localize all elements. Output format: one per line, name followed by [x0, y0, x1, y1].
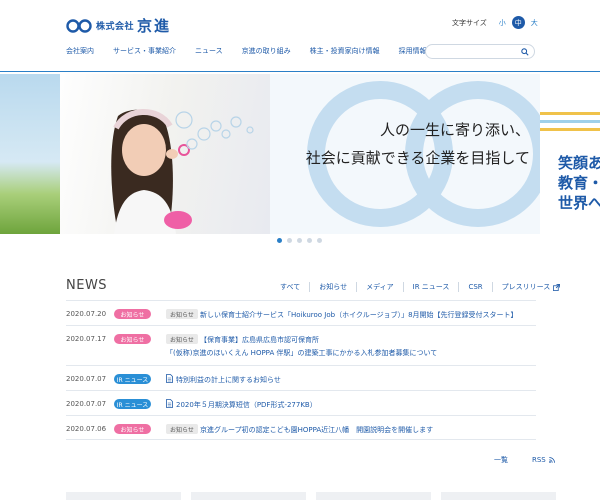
news-category: お知らせ: [166, 309, 198, 319]
footer-panel[interactable]: [441, 492, 556, 500]
font-size-medium-button[interactable]: 中: [511, 16, 525, 29]
hero-tagline-line2: 社会に貢献できる企業を目指して: [305, 149, 530, 167]
news-item[interactable]: 2020.07.07 IR ニュース 特別利益の計上に関するお知らせ: [66, 365, 536, 390]
news-badge: IR ニュース: [114, 374, 151, 384]
news-item[interactable]: 2020.07.20 お知らせ お知らせ 新しい保育士紹介サービス「Hoikur…: [66, 300, 536, 325]
news-badge: IR ニュース: [114, 399, 151, 409]
filter-ir-news[interactable]: IR ニュース: [402, 282, 459, 292]
news-item[interactable]: 2020.07.07 IR ニュース 2020年５月期決算短信（PDF形式-27…: [66, 390, 536, 415]
news-filter-tabs: すべて お知らせ メディア IR ニュース CSR プレスリリース: [280, 282, 569, 292]
site-header: 株式会社 京進 文字サイズ 小 中 大 会社案内 サービス・事業紹介 ニュース …: [0, 0, 600, 72]
peek-text-line2: 教育・: [558, 174, 600, 192]
slider-pagination: [277, 238, 327, 243]
filter-all[interactable]: すべて: [280, 282, 309, 292]
girl-blowing-bubbles-image: [111, 109, 254, 234]
search-icon[interactable]: [521, 48, 529, 56]
hero-tagline-line1: 人の一生に寄り添い、: [379, 121, 530, 139]
document-icon: [166, 374, 173, 383]
logo-text-big: 京進: [137, 17, 172, 35]
hero-photo: [60, 74, 270, 234]
news-category: お知らせ: [166, 334, 198, 344]
slider-dot-2[interactable]: [287, 238, 292, 243]
slider-dot-1[interactable]: [277, 238, 282, 243]
peek-stripe: [540, 128, 600, 131]
news-badge: お知らせ: [114, 309, 151, 319]
logo-text-small: 株式会社: [96, 22, 135, 32]
news-link-line2[interactable]: 「(仮称)京進のほいくえん HOPPA 伴駅」の建築工事にかかる入札参加者募集に…: [166, 348, 437, 358]
next-slide-peek[interactable]: 笑顔あ 教育・ 世界へ: [540, 74, 600, 234]
news-link[interactable]: 新しい保育士紹介サービス「Hoikuroo Job（ホイクルージョブ）」8月開始…: [200, 310, 518, 320]
slider-dot-3[interactable]: [297, 238, 302, 243]
nav-company[interactable]: 会社案内: [66, 46, 94, 56]
news-date: 2020.07.07: [66, 400, 107, 408]
external-link-icon: [553, 283, 561, 291]
news-badge: お知らせ: [114, 334, 151, 344]
news-list: 2020.07.20 お知らせ お知らせ 新しい保育士紹介サービス「Hoikur…: [66, 300, 536, 440]
news-badge: お知らせ: [114, 424, 151, 434]
nav-ir[interactable]: 株主・投資家向け情報: [310, 46, 380, 56]
global-nav: 会社案内 サービス・事業紹介 ニュース 京進の取り組み 株主・投資家向け情報 採…: [66, 46, 456, 56]
peek-text-line3: 世界へ: [558, 194, 600, 212]
footer-panel[interactable]: [316, 492, 431, 500]
rss-icon: [548, 457, 555, 463]
filter-csr[interactable]: CSR: [458, 282, 491, 292]
peek-stripe: [540, 112, 600, 115]
news-link[interactable]: 京進グループ初の認定こども園HOPPA近江八幡 開園説明会を開催します: [200, 425, 433, 435]
news-date: 2020.07.06: [66, 425, 107, 433]
hero-slider[interactable]: 人の一生に寄り添い、 社会に貢献できる企業を目指して 笑顔あ 教育・ 世界へ: [0, 74, 600, 234]
filter-press-release[interactable]: プレスリリース: [491, 282, 570, 292]
news-date: 2020.07.07: [66, 375, 107, 383]
news-item[interactable]: 2020.07.17 お知らせ お知らせ 【保育事業】広島県広島市認可保育所 「…: [66, 325, 536, 365]
peek-stripe: [540, 120, 600, 123]
infinity-logo-icon: [66, 18, 92, 33]
news-footer-links: 一覧 RSS: [482, 455, 555, 465]
nav-initiatives[interactable]: 京進の取り組み: [242, 46, 291, 56]
rss-label: RSS: [532, 456, 546, 464]
footer-panel[interactable]: [191, 492, 306, 500]
news-heading: NEWS: [66, 278, 108, 293]
nav-recruit-label: 採用情報: [398, 47, 427, 55]
filter-press-release-label: プレスリリース: [501, 283, 551, 291]
hero-tagline: 人の一生に寄り添い、 社会に貢献できる企業を目指して: [300, 116, 530, 172]
filter-notice[interactable]: お知らせ: [309, 282, 356, 292]
font-size-switcher: 文字サイズ 小 中 大: [452, 16, 541, 29]
slider-dot-5[interactable]: [317, 238, 322, 243]
news-list-link[interactable]: 一覧: [494, 455, 508, 465]
news-link[interactable]: 【保育事業】広島県広島市認可保育所: [200, 335, 319, 345]
footer-panel[interactable]: [66, 492, 181, 500]
filter-media[interactable]: メディア: [356, 282, 403, 292]
nav-services[interactable]: サービス・事業紹介: [113, 46, 176, 56]
previous-slide-peek[interactable]: [0, 74, 60, 234]
news-date: 2020.07.20: [66, 310, 107, 318]
footer-panels: [66, 492, 566, 500]
news-link[interactable]: 特別利益の計上に関するお知らせ: [176, 375, 281, 385]
nav-news[interactable]: ニュース: [195, 46, 223, 56]
font-size-label: 文字サイズ: [452, 18, 487, 27]
news-category: お知らせ: [166, 424, 198, 434]
news-item[interactable]: 2020.07.06 お知らせ お知らせ 京進グループ初の認定こども園HOPPA…: [66, 415, 536, 440]
news-date: 2020.07.17: [66, 335, 107, 343]
current-slide[interactable]: 人の一生に寄り添い、 社会に貢献できる企業を目指して: [60, 74, 540, 234]
pdf-document-icon: [166, 399, 173, 408]
rss-link[interactable]: RSS: [520, 455, 555, 465]
search-input[interactable]: [425, 44, 535, 59]
font-size-small-button[interactable]: 小: [496, 16, 509, 29]
slider-dot-4[interactable]: [307, 238, 312, 243]
peek-text-line1: 笑顔あ: [558, 154, 600, 172]
news-link[interactable]: 2020年５月期決算短信（PDF形式-277KB）: [176, 400, 317, 410]
company-logo[interactable]: 株式会社 京進: [66, 15, 171, 36]
font-size-large-button[interactable]: 大: [528, 16, 541, 29]
